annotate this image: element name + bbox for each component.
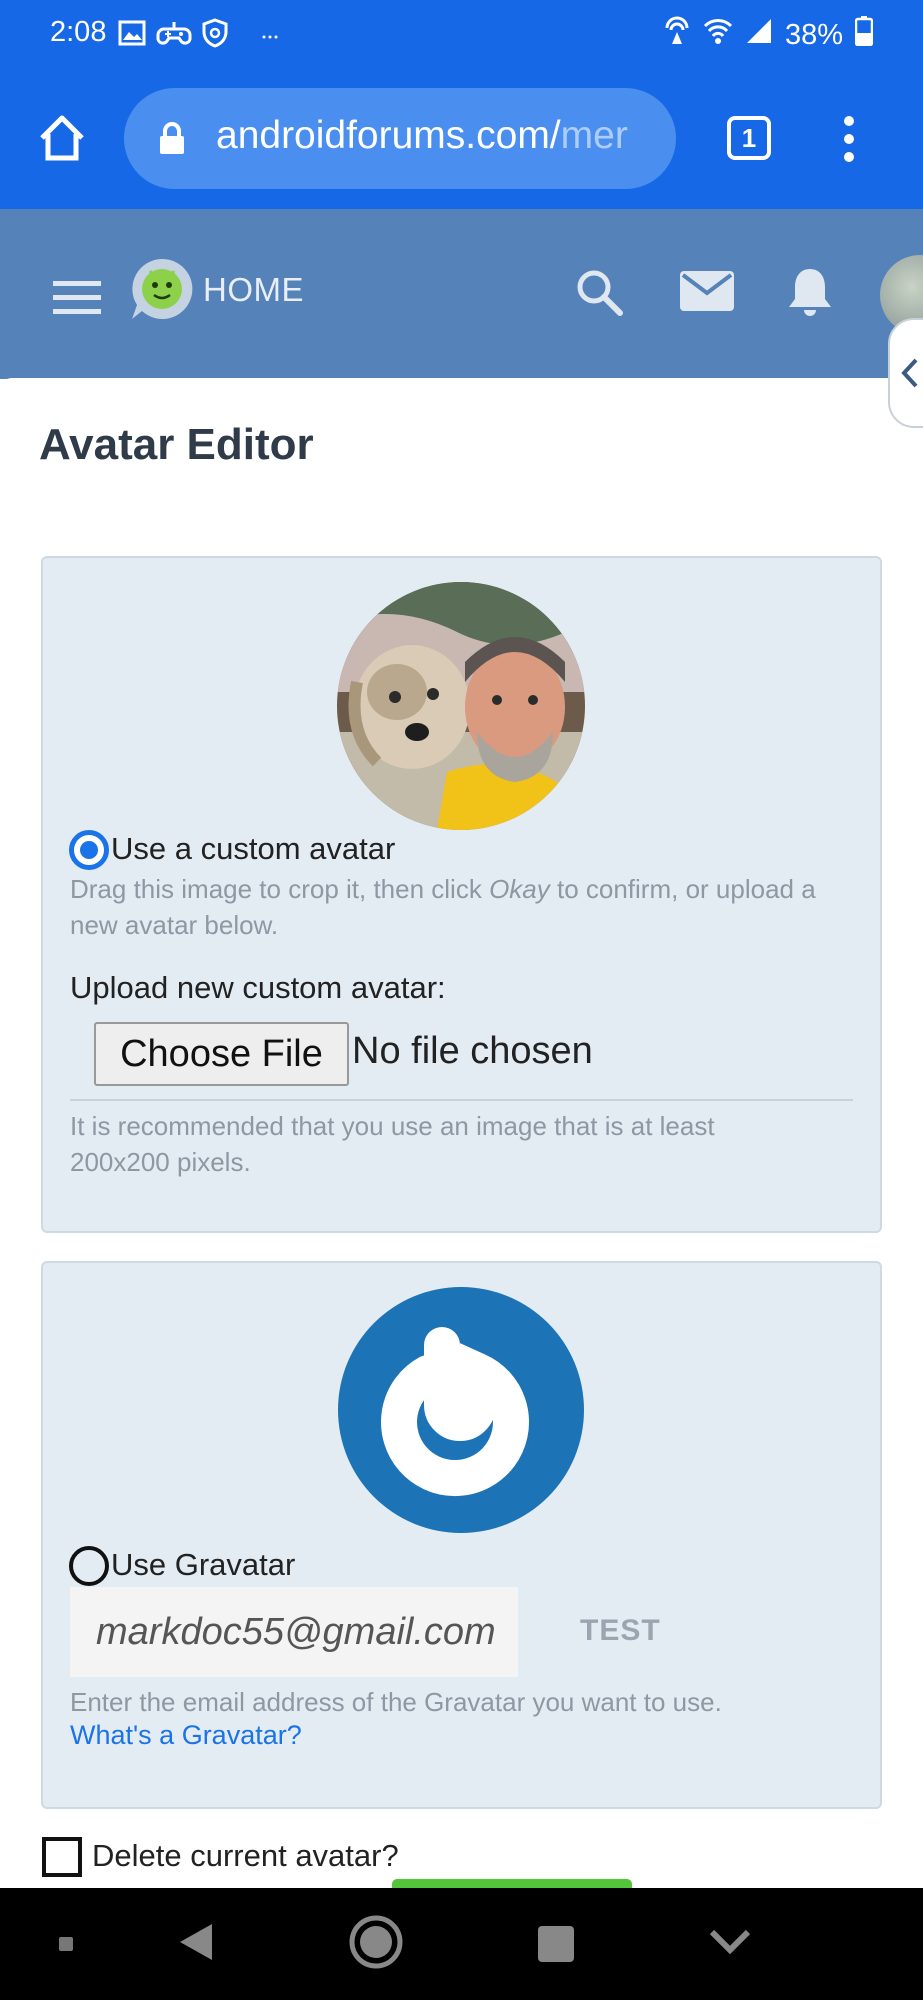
signal-icon [745, 17, 773, 53]
side-panel-toggle[interactable] [888, 318, 923, 428]
wifi-icon [703, 16, 733, 54]
browser-menu-button[interactable] [842, 114, 856, 164]
screen: 2:08 38% androidforums.com/mer 1 HOME Av… [0, 0, 923, 2000]
gravatar-logo [338, 1287, 584, 1533]
gravatar-radio[interactable] [69, 1546, 109, 1586]
hamburger-icon [53, 281, 101, 314]
home-circle-icon[interactable] [348, 1914, 404, 1975]
shield-icon [202, 18, 228, 53]
bell-icon[interactable] [786, 265, 834, 322]
search-icon[interactable] [574, 267, 624, 322]
whats-gravatar-link[interactable]: What's a Gravatar? [70, 1720, 302, 1751]
forum-header: HOME [0, 209, 923, 379]
chevron-left-icon [901, 358, 918, 388]
choose-file-button[interactable]: Choose File [94, 1022, 349, 1086]
page-title: Avatar Editor [39, 420, 314, 469]
url-text: androidforums.com/mer [216, 114, 656, 158]
url-domain: androidforums.com/ [216, 114, 561, 157]
chevron-down-icon[interactable] [708, 1928, 752, 1961]
battery-icon [854, 16, 874, 54]
upload-label: Upload new custom avatar: [70, 970, 446, 1005]
status-system-icons: 38% [663, 16, 874, 54]
crop-hint-before: Drag this image to crop it, then click [70, 874, 490, 904]
gravatar-label[interactable]: Use Gravatar [111, 1547, 295, 1583]
hotspot-icon [663, 16, 691, 54]
gravatar-email-field[interactable]: markdoc55@gmail.com [70, 1587, 518, 1677]
android-forums-logo[interactable] [128, 255, 196, 328]
custom-avatar-label[interactable]: Use a custom avatar [111, 831, 395, 867]
size-recommendation: It is recommended that you use an image … [70, 1111, 715, 1177]
crop-hint: Drag this image to crop it, then click O… [70, 871, 860, 943]
back-icon[interactable] [178, 1922, 214, 1967]
address-bar[interactable]: androidforums.com/mer [124, 88, 676, 189]
home-link[interactable]: HOME [203, 271, 304, 309]
system-nav-bar [0, 1888, 923, 2000]
more-dots-icon [262, 27, 278, 45]
browser-toolbar: androidforums.com/mer 1 [0, 68, 923, 209]
recents-icon[interactable] [536, 1924, 576, 1969]
more-vert-icon [844, 116, 854, 162]
custom-avatar-radio[interactable] [69, 830, 109, 870]
avatar-crop-image[interactable] [337, 582, 585, 830]
status-time: 2:08 [50, 16, 107, 48]
crop-hint-okay: Okay [489, 874, 550, 904]
tab-switcher-button[interactable]: 1 [727, 116, 771, 160]
url-path: mer [560, 114, 628, 157]
delete-avatar-label[interactable]: Delete current avatar? [92, 1838, 399, 1874]
divider [70, 1099, 853, 1101]
browser-home-button[interactable] [36, 112, 88, 164]
small-square-icon[interactable] [58, 1936, 74, 1957]
game-controller-icon [156, 19, 192, 52]
status-bar: 2:08 38% [0, 0, 923, 68]
delete-avatar-checkbox[interactable] [42, 1837, 82, 1877]
no-file-chosen: No file chosen [352, 1030, 593, 1072]
lock-icon [158, 122, 186, 161]
battery-percent: 38% [784, 18, 843, 51]
mail-icon[interactable] [680, 271, 734, 316]
menu-button[interactable] [53, 279, 101, 315]
gallery-icon [118, 20, 146, 51]
status-notification-icons [118, 18, 278, 53]
home-icon [40, 115, 84, 161]
gravatar-hint: Enter the email address of the Gravatar … [70, 1687, 722, 1717]
test-gravatar-button[interactable]: TEST [580, 1614, 661, 1648]
